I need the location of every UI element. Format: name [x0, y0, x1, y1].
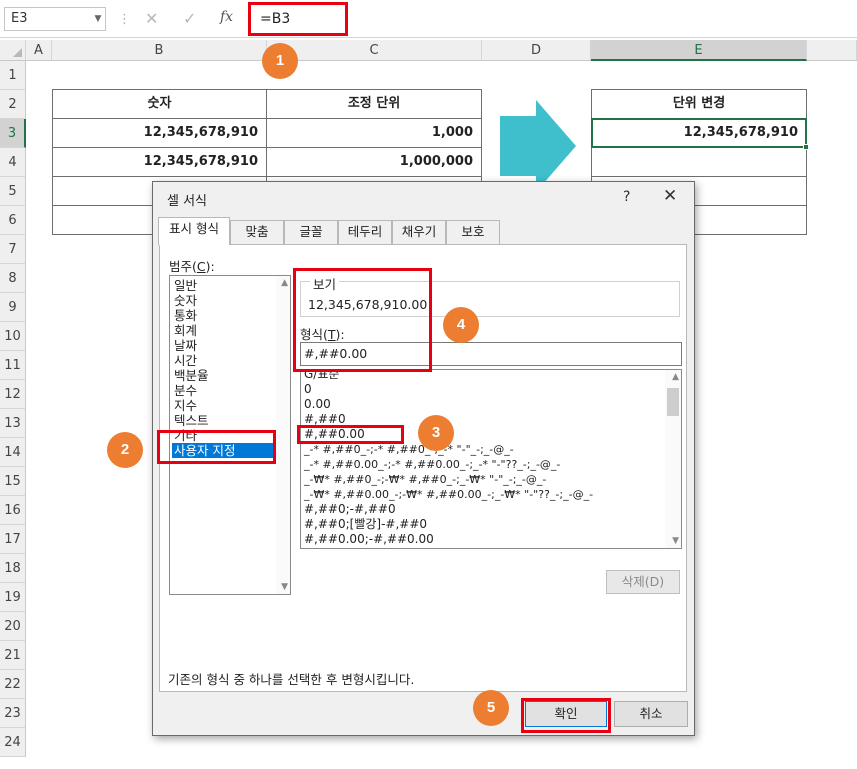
enter-icon[interactable]: ✓ — [183, 9, 196, 28]
row-header-2[interactable]: 2 — [0, 90, 26, 119]
row-header-7[interactable]: 7 — [0, 235, 26, 264]
tab-font[interactable]: 글꼴 — [284, 220, 338, 244]
tab-border[interactable]: 테두리 — [338, 220, 392, 244]
delete-button[interactable]: 삭제(D) — [606, 570, 680, 594]
row-header-14[interactable]: 14 — [0, 438, 26, 467]
table-cell[interactable]: 1,000,000 — [266, 147, 482, 177]
column-header-c[interactable]: C — [267, 40, 482, 61]
tab-fill[interactable]: 채우기 — [392, 220, 446, 244]
category-label: 범주(C): — [169, 259, 215, 274]
highlight-format-input — [293, 268, 432, 372]
list-item[interactable]: 일반 — [174, 278, 197, 293]
format-list[interactable]: G/표준 0 0.00 #,##0 #,##0.00 _-* #,##0_-;-… — [300, 369, 682, 549]
fill-handle[interactable] — [803, 144, 809, 150]
table-cell[interactable]: 12,345,678,910 — [52, 147, 267, 177]
list-item[interactable]: 백분율 — [174, 368, 209, 383]
row-header-10[interactable]: 10 — [0, 322, 26, 351]
row-header-13[interactable]: 13 — [0, 409, 26, 438]
row-header-23[interactable]: 23 — [0, 699, 26, 728]
row-header-12[interactable]: 12 — [0, 380, 26, 409]
list-item[interactable]: 지수 — [174, 398, 197, 413]
list-item[interactable]: _-* #,##0.00_-;-* #,##0.00_-;_-* "-"??_-… — [304, 457, 560, 472]
row-header-24[interactable]: 24 — [0, 728, 26, 757]
help-icon[interactable]: ? — [623, 189, 630, 205]
tab-number-format[interactable]: 표시 형식 — [158, 217, 230, 245]
row-header-3[interactable]: 3 — [0, 119, 26, 148]
name-box-dropdown-icon[interactable]: ▼ — [90, 7, 106, 31]
column-header-b[interactable]: B — [52, 40, 267, 61]
list-item[interactable]: 텍스트 — [174, 413, 209, 428]
insert-function-icon[interactable]: fx — [220, 9, 233, 25]
highlight-ok-button — [521, 698, 611, 733]
row-header-11[interactable]: 11 — [0, 351, 26, 380]
step-badge-5: 5 — [473, 690, 509, 726]
list-item[interactable]: 0.00 — [304, 397, 331, 412]
step-badge-1: 1 — [262, 43, 298, 79]
scroll-down-icon[interactable]: ▼ — [672, 536, 679, 546]
row-header-4[interactable]: 4 — [0, 148, 26, 177]
selected-cell-e3[interactable]: 12,345,678,910 — [591, 118, 807, 148]
scroll-down-icon[interactable]: ▼ — [281, 582, 288, 592]
highlight-format-item — [297, 425, 404, 444]
cancel-button[interactable]: 취소 — [614, 701, 688, 727]
row-header-6[interactable]: 6 — [0, 206, 26, 235]
highlight-formula — [248, 2, 348, 36]
row-header-5[interactable]: 5 — [0, 177, 26, 206]
list-item[interactable]: _-₩* #,##0_-;-₩* #,##0_-;_-₩* "-"_-;_-@_… — [304, 472, 546, 487]
list-item[interactable]: _-* #,##0_-;-* #,##0_-;_-* "-"_-;_-@_- — [304, 442, 514, 457]
row-header-16[interactable]: 16 — [0, 496, 26, 525]
list-item[interactable]: 통화 — [174, 308, 197, 323]
scroll-thumb[interactable] — [667, 388, 679, 416]
tab-protection[interactable]: 보호 — [446, 220, 500, 244]
header-cell-unit[interactable]: 조정 단위 — [266, 89, 482, 119]
column-header-f[interactable] — [807, 40, 857, 61]
row-header-18[interactable]: 18 — [0, 554, 26, 583]
close-icon[interactable]: ✕ — [663, 186, 677, 206]
table-cell[interactable] — [591, 147, 807, 177]
row-header-1[interactable]: 1 — [0, 61, 26, 90]
list-item[interactable]: 날짜 — [174, 338, 197, 353]
row-header-19[interactable]: 19 — [0, 583, 26, 612]
formula-bar-grip-icon: ⋮ — [118, 12, 131, 27]
list-item[interactable]: 분수 — [174, 383, 197, 398]
dialog-title: 셀 서식 — [167, 194, 208, 209]
category-scrollbar[interactable]: ▲ ▼ — [276, 276, 290, 594]
row-header-15[interactable]: 15 — [0, 467, 26, 496]
list-item[interactable]: _-₩* #,##0.00_-;-₩* #,##0.00_-;_-₩* "-"?… — [304, 487, 593, 502]
tab-alignment[interactable]: 맞춤 — [230, 220, 284, 244]
list-item[interactable]: #,##0.00;-#,##0.00 — [304, 532, 434, 547]
highlight-custom-category — [157, 430, 276, 464]
step-badge-2: 2 — [107, 432, 143, 468]
step-badge-4: 4 — [443, 307, 479, 343]
cancel-icon[interactable]: ✕ — [145, 9, 158, 28]
description-text: 기존의 형식 중 하나를 선택한 후 변형시킵니다. — [168, 672, 415, 687]
row-header-9[interactable]: 9 — [0, 293, 26, 322]
header-cell-unit-change[interactable]: 단위 변경 — [591, 89, 807, 119]
scroll-up-icon[interactable]: ▲ — [281, 278, 288, 288]
list-item[interactable]: 회계 — [174, 323, 197, 338]
list-item[interactable]: 0 — [304, 382, 312, 397]
list-item[interactable]: #,##0;[빨강]-#,##0 — [304, 517, 427, 532]
right-arrow-icon — [500, 100, 576, 192]
step-badge-3: 3 — [418, 415, 454, 451]
column-header-e[interactable]: E — [591, 40, 807, 61]
list-item[interactable]: 숫자 — [174, 293, 197, 308]
row-header-21[interactable]: 21 — [0, 641, 26, 670]
row-header-20[interactable]: 20 — [0, 612, 26, 641]
scroll-up-icon[interactable]: ▲ — [672, 372, 679, 382]
format-scrollbar[interactable]: ▲ ▼ — [665, 370, 681, 548]
row-header-8[interactable]: 8 — [0, 264, 26, 293]
row-header-22[interactable]: 22 — [0, 670, 26, 699]
column-header-a[interactable]: A — [26, 40, 52, 61]
list-item[interactable]: 시간 — [174, 353, 197, 368]
table-cell[interactable]: 12,345,678,910 — [52, 118, 267, 148]
select-all-corner[interactable] — [0, 40, 26, 61]
row-header-17[interactable]: 17 — [0, 525, 26, 554]
column-header-d[interactable]: D — [482, 40, 591, 61]
list-item[interactable]: #,##0;-#,##0 — [304, 502, 396, 517]
header-cell-number[interactable]: 숫자 — [52, 89, 267, 119]
table-cell[interactable]: 1,000 — [266, 118, 482, 148]
